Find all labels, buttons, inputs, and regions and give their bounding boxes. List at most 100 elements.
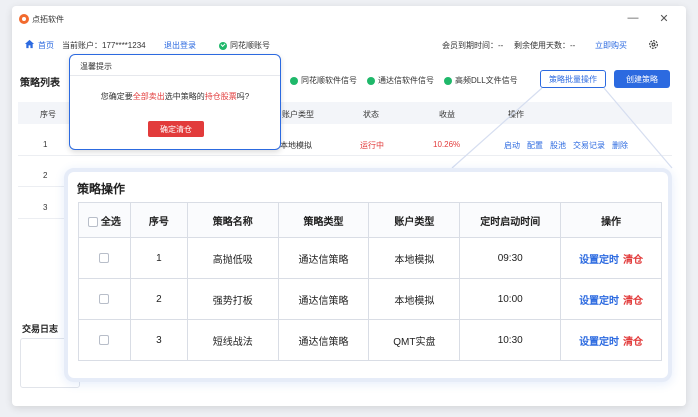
row-checkbox[interactable] — [99, 293, 110, 304]
row-select[interactable] — [78, 237, 131, 279]
buy-now-link[interactable]: 立即购买 — [595, 40, 627, 51]
minimize-button[interactable]: — — [626, 12, 640, 24]
signal-label: 高频DLL文件信号 — [455, 76, 518, 85]
row-account: 本地模拟 — [368, 278, 461, 320]
dialog-title: 温馨提示 — [80, 62, 112, 71]
current-account: 当前账户：177****1234 — [62, 41, 146, 50]
logout-link[interactable]: 退出登录 — [164, 40, 196, 51]
set-timer-link[interactable]: 设置定时 — [579, 296, 619, 307]
col-name: 策略名称 — [186, 202, 279, 238]
batch-strategy-table: 全选 序号 策略名称 策略类型 账户类型 定时启动时间 操作 1 高抛低吸 通达… — [78, 202, 662, 361]
create-strategy-button[interactable]: 创建策略 — [614, 70, 670, 88]
msg-part: 吗? — [236, 92, 250, 101]
set-timer-link[interactable]: 设置定时 — [579, 337, 619, 348]
dialog-divider — [70, 75, 280, 76]
col-status: 状态 — [363, 110, 379, 119]
config-link[interactable]: 配置 — [527, 141, 543, 150]
signal-label: 同花顺软件信号 — [301, 76, 357, 85]
signal-label: 通达信软件信号 — [378, 76, 434, 85]
col-index: 序号 — [129, 202, 188, 238]
close-button[interactable]: ✕ — [657, 12, 671, 25]
confirm-clear-button[interactable]: 确定清仓 — [148, 121, 204, 137]
row-time: 09:30 — [459, 237, 562, 279]
row-index: 3 — [129, 319, 188, 361]
col-ops: 操作 — [508, 110, 524, 119]
row-account: 本地模拟 — [368, 237, 461, 279]
row-type: 通达信策略 — [277, 278, 370, 320]
status-dot-icon — [444, 76, 452, 85]
home-link[interactable]: 首页 — [38, 40, 54, 51]
broker-account-badge: 同花顺账号 — [219, 40, 270, 51]
col-profit: 收益 — [439, 110, 455, 119]
col-account: 账户类型 — [368, 202, 461, 238]
row-name: 高抛低吸 — [186, 237, 279, 279]
days-remaining: 剩余使用天数：-- — [514, 41, 576, 50]
row-time: 10:30 — [459, 319, 562, 361]
row-account: QMT实盘 — [368, 319, 461, 361]
trade-log-title: 交易日志 — [22, 324, 59, 334]
signal-tdx: 通达信软件信号 — [367, 75, 434, 86]
row-type: 通达信策略 — [277, 237, 370, 279]
row-account-type: 本地模拟 — [280, 141, 312, 150]
row-name: 强势打板 — [186, 278, 279, 320]
trade-record-link[interactable]: 交易记录 — [573, 141, 605, 150]
msg-part: 您确定要 — [100, 92, 133, 101]
row-checkbox[interactable] — [99, 334, 110, 345]
start-link[interactable]: 启动 — [504, 141, 520, 150]
title-bar: 点拓软件 — ✕ — [12, 6, 686, 32]
status-dot-icon — [367, 76, 375, 85]
check-circle-icon — [219, 41, 227, 50]
table-row[interactable]: 3 短线战法 通达信策略 QMT实盘 10:30 设置定时 清仓 — [78, 319, 662, 361]
clear-position-link[interactable]: 清仓 — [623, 255, 643, 266]
col-index: 序号 — [40, 110, 56, 119]
row-select[interactable] — [78, 278, 131, 320]
row-select[interactable] — [78, 319, 131, 361]
table-row[interactable]: 1 高抛低吸 通达信策略 本地模拟 09:30 设置定时 清仓 — [78, 237, 662, 279]
strategy-operation-panel: 策略操作 全选 序号 策略名称 策略类型 账户类型 定时启动时间 操作 1 高抛… — [64, 168, 672, 382]
row-index: 2 — [43, 171, 48, 180]
select-all-label: 全选 — [100, 216, 121, 228]
dialog-message: 您确定要全部卖出选中策略的持仓股票吗? — [70, 91, 280, 102]
signal-dll: 高频DLL文件信号 — [444, 75, 518, 86]
msg-highlight: 持仓股票 — [204, 92, 237, 101]
confirm-dialog: 温馨提示 您确定要全部卖出选中策略的持仓股票吗? 确定清仓 — [69, 54, 281, 150]
msg-part: 选中策略的 — [164, 92, 205, 101]
signal-ths: 同花顺软件信号 — [290, 75, 357, 86]
signal-indicators: 同花顺软件信号 通达信软件信号 高频DLL文件信号 — [290, 75, 518, 86]
msg-highlight: 全部卖出 — [132, 92, 165, 101]
delete-link[interactable]: 删除 — [612, 141, 628, 150]
row-status: 运行中 — [360, 141, 384, 150]
gear-icon[interactable] — [648, 39, 659, 50]
select-all-checkbox[interactable] — [88, 216, 99, 227]
clear-position-link[interactable]: 清仓 — [623, 337, 643, 348]
set-timer-link[interactable]: 设置定时 — [579, 255, 619, 266]
status-dot-icon — [290, 76, 298, 85]
row-ops: 设置定时 清仓 — [560, 278, 662, 320]
row-index: 1 — [129, 237, 188, 279]
home-icon[interactable] — [24, 39, 35, 49]
row-type: 通达信策略 — [277, 319, 370, 361]
col-ops: 操作 — [560, 202, 662, 238]
col-account-type: 账户类型 — [282, 110, 314, 119]
row-profit: 10.26% — [433, 140, 461, 149]
stock-pool-link[interactable]: 股池 — [550, 141, 566, 150]
panel-title: 策略操作 — [77, 182, 126, 196]
table-row[interactable]: 2 强势打板 通达信策略 本地模拟 10:00 设置定时 清仓 — [78, 278, 662, 320]
col-time: 定时启动时间 — [459, 202, 562, 238]
table-header-row: 全选 序号 策略名称 策略类型 账户类型 定时启动时间 操作 — [78, 202, 662, 238]
row-index: 2 — [129, 278, 188, 320]
info-bar: 首页 当前账户：177****1234 退出登录 同花顺账号 会员到期时间：--… — [12, 36, 686, 54]
row-name: 短线战法 — [186, 319, 279, 361]
clear-position-link[interactable]: 清仓 — [623, 296, 643, 307]
strategy-list-title: 策略列表 — [20, 78, 60, 89]
col-select-all[interactable]: 全选 — [78, 202, 131, 238]
app-logo-icon — [19, 14, 29, 24]
app-title: 点拓软件 — [32, 15, 64, 24]
row-time: 10:00 — [459, 278, 562, 320]
row-checkbox[interactable] — [99, 252, 110, 263]
row-index: 3 — [43, 203, 48, 212]
batch-operation-button[interactable]: 策略批量操作 — [540, 70, 606, 88]
row-ops: 启动 配置 股池 交易记录 删除 — [504, 140, 635, 151]
row-index: 1 — [43, 140, 48, 149]
row-ops: 设置定时 清仓 — [560, 237, 662, 279]
